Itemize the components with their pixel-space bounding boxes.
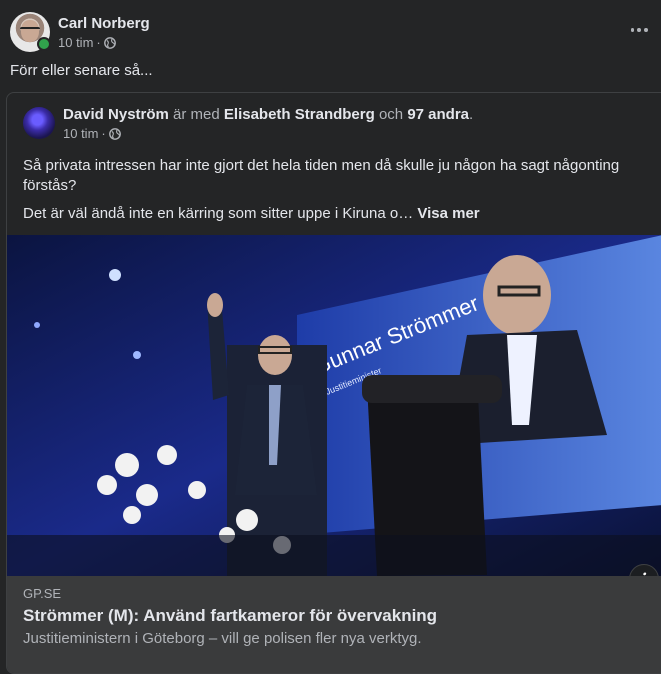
post-message: Förr eller senare så...	[10, 62, 153, 79]
more-dot	[643, 28, 648, 32]
link-preview-meta[interactable]: GP.SE Strömmer (M): Använd fartkameror f…	[7, 576, 661, 673]
stage-photo: Gunnar Strömmer Justitieminister	[7, 235, 661, 576]
shared-meta: 10 tim ·	[63, 126, 473, 141]
others-link[interactable]: 97 andra	[407, 106, 469, 123]
with-text: är med	[173, 106, 220, 123]
shared-paragraph-2: Det är väl ändå inte en kärring som sitt…	[23, 204, 643, 224]
shared-paragraph-2-text: Det är väl ändå inte en kärring som sitt…	[23, 205, 414, 222]
globe-icon	[103, 36, 116, 49]
link-title[interactable]: Strömmer (M): Använd fartkameror för öve…	[23, 606, 437, 626]
shared-header-text: David Nyström är med Elisabeth Strandber…	[63, 105, 473, 141]
shared-post-body: Så privata intressen har inte gjort det …	[23, 156, 643, 232]
meta-separator: ·	[96, 35, 101, 50]
and-text: och	[378, 106, 404, 123]
line-period: .	[469, 106, 474, 123]
shared-timestamp[interactable]: 10 tim	[63, 126, 98, 141]
more-dot	[637, 28, 641, 32]
post-author-name[interactable]: Carl Norberg	[58, 14, 150, 33]
more-icon[interactable]	[629, 20, 649, 40]
post-header: Carl Norberg 10 tim ·	[10, 12, 150, 52]
shared-paragraph-1: Så privata intressen har inte gjort det …	[23, 157, 620, 194]
shared-author-avatar[interactable]	[23, 107, 55, 139]
more-dot	[630, 28, 635, 32]
shared-author-line: David Nyström är med Elisabeth Strandber…	[63, 105, 473, 124]
shared-post-header: David Nyström är med Elisabeth Strandber…	[23, 105, 473, 141]
shared-author-name[interactable]: David Nyström	[63, 106, 169, 123]
see-more-link[interactable]: Visa mer	[417, 205, 479, 222]
post-meta: 10 tim ·	[58, 35, 150, 50]
avatar-glasses	[20, 27, 40, 34]
globe-icon	[108, 127, 121, 140]
shared-post-card[interactable]: David Nyström är med Elisabeth Strandber…	[6, 92, 661, 674]
link-preview-image[interactable]: Gunnar Strömmer Justitieminister	[7, 235, 661, 576]
author-avatar[interactable]	[10, 12, 51, 52]
online-status-icon	[37, 37, 51, 51]
meta-separator: ·	[101, 126, 106, 141]
tagged-person[interactable]: Elisabeth Strandberg	[224, 106, 375, 123]
post-timestamp[interactable]: 10 tim	[58, 35, 93, 50]
post-header-text: Carl Norberg 10 tim ·	[58, 14, 150, 50]
link-description: Justitieministern i Göteborg – vill ge p…	[23, 630, 422, 647]
link-domain: GP.SE	[23, 586, 62, 601]
